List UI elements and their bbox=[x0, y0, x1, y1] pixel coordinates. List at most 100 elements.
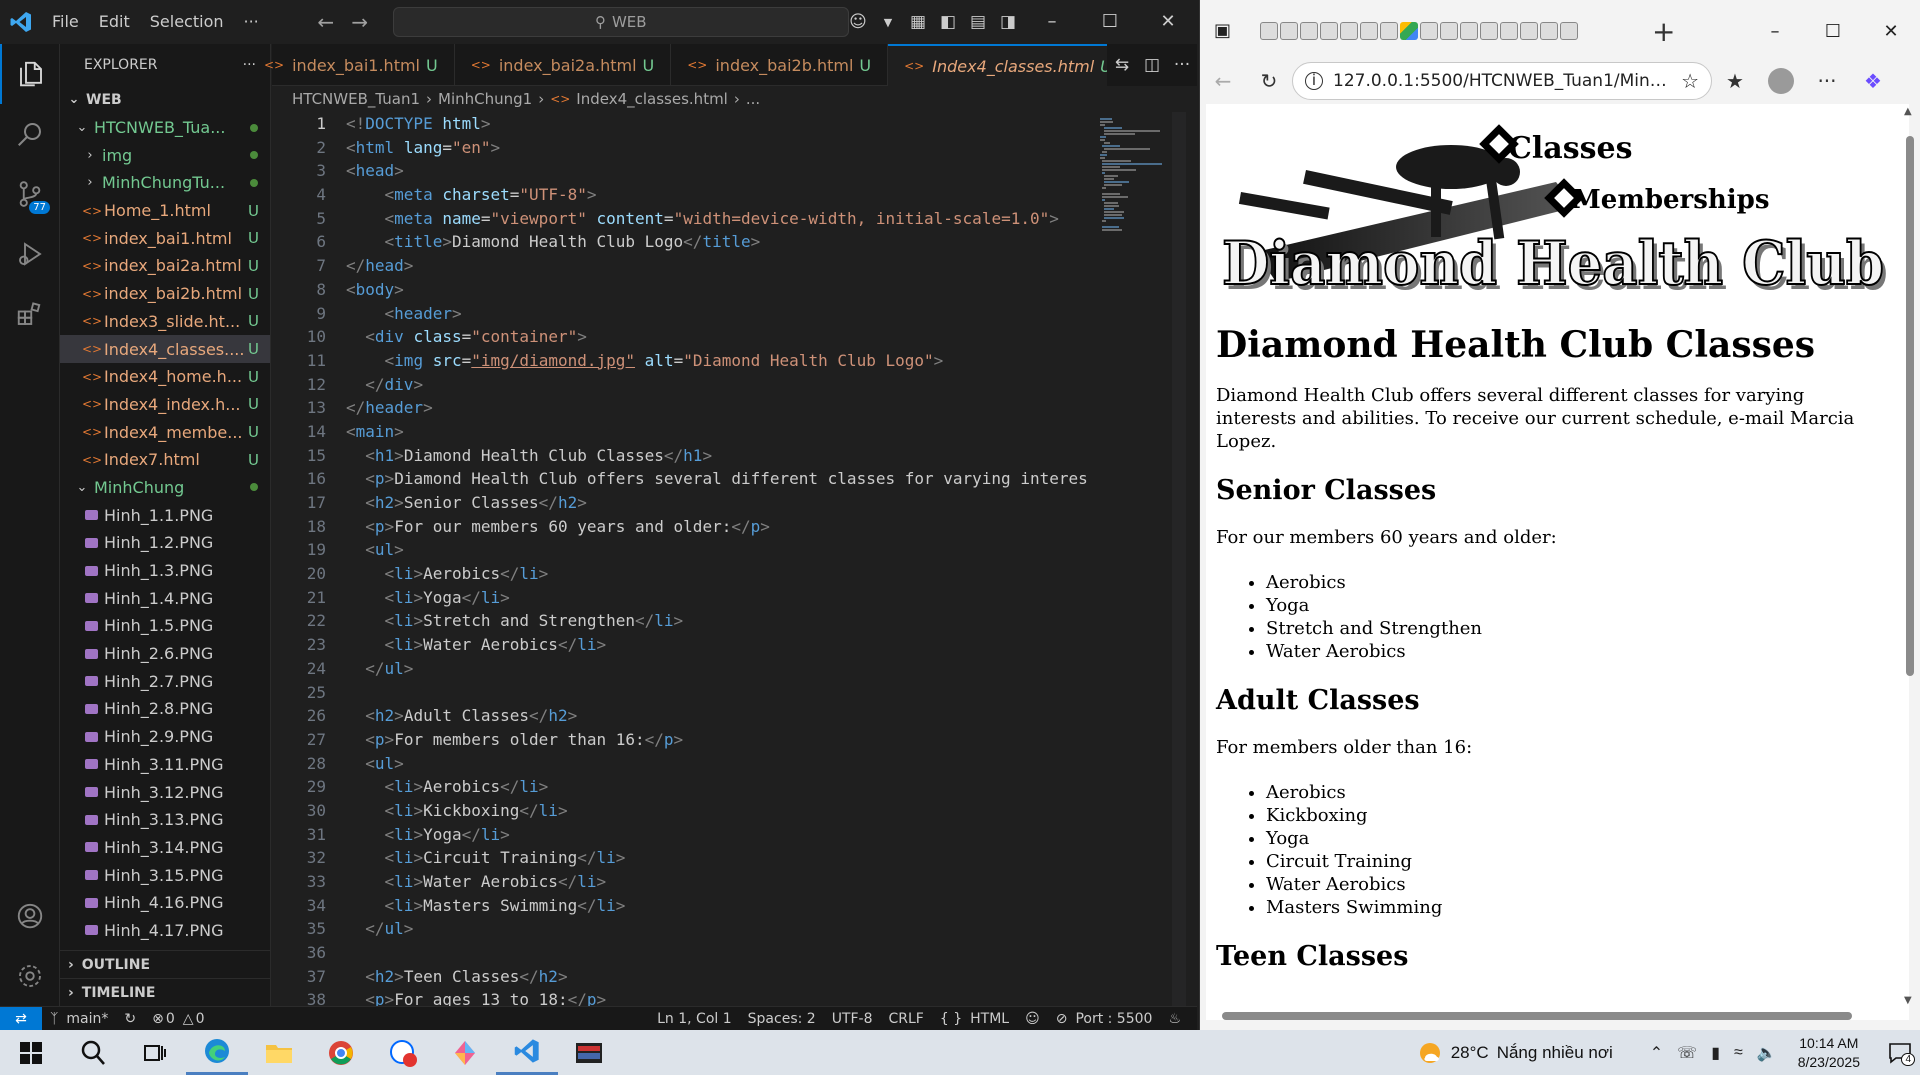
branch-name[interactable]: main* bbox=[58, 1011, 116, 1027]
tab-favicon-icon[interactable] bbox=[1420, 22, 1438, 40]
clock[interactable]: 10:14 AM 8/23/2025 bbox=[1798, 1034, 1860, 1072]
code-line[interactable]: 9 <header> bbox=[272, 302, 1092, 326]
copilot-icon[interactable]: ❖ bbox=[1850, 69, 1896, 93]
favorite-star-icon[interactable]: ☆ bbox=[1681, 69, 1699, 93]
scroll-down-icon[interactable]: ▼ bbox=[1904, 995, 1912, 1006]
code-line[interactable]: 19 <ul> bbox=[272, 538, 1092, 562]
code-line[interactable]: 38 <p>For ages 13 to 18:</p> bbox=[272, 988, 1092, 1006]
code-editor[interactable]: 1 <!DOCTYPE html> 2 <html lang="en"> 3 <head>… bbox=[272, 112, 1092, 1006]
folder-item[interactable]: ⌄ HTCNWEB_Tua... bbox=[60, 114, 270, 142]
file-item[interactable]: Hinh_4.16.PNG bbox=[60, 889, 270, 917]
tab-favicon-icon[interactable] bbox=[1300, 22, 1318, 40]
back-arrow-icon[interactable]: ← bbox=[309, 10, 343, 34]
tab-favicon-icon[interactable] bbox=[1380, 22, 1398, 40]
code-line[interactable]: 21 <li>Yoga</li> bbox=[272, 586, 1092, 610]
file-item[interactable]: Hinh_2.8.PNG bbox=[60, 695, 270, 723]
code-line[interactable]: 14 <main> bbox=[272, 420, 1092, 444]
explorer-icon[interactable] bbox=[0, 44, 60, 104]
code-line[interactable]: 23 <li>Water Aerobics</li> bbox=[272, 633, 1092, 657]
back-arrow-icon[interactable]: ← bbox=[1200, 69, 1246, 93]
file-item[interactable]: <> Index4_classes.... U bbox=[60, 335, 270, 363]
breadcrumb-item[interactable]: HTCNWEB_Tuan1 bbox=[292, 90, 420, 108]
forward-arrow-icon[interactable]: → bbox=[343, 10, 377, 34]
breadcrumb-item[interactable]: ... bbox=[746, 90, 760, 108]
code-line[interactable]: 13 </header> bbox=[272, 396, 1092, 420]
windows-start-icon[interactable] bbox=[0, 1030, 62, 1075]
file-item[interactable]: Hinh_2.6.PNG bbox=[60, 640, 270, 668]
code-line[interactable]: 8 <body> bbox=[272, 278, 1092, 302]
tab-actions-icon[interactable]: ▣ bbox=[1214, 20, 1231, 41]
menu-selection[interactable]: Selection bbox=[140, 0, 234, 44]
code-line[interactable]: 31 <li>Yoga</li> bbox=[272, 823, 1092, 847]
file-item[interactable]: Hinh_1.2.PNG bbox=[60, 529, 270, 557]
error-count[interactable]: 0 bbox=[166, 1011, 175, 1027]
notifications-bell-icon[interactable]: ♨ bbox=[1160, 1011, 1189, 1027]
file-explorer-icon[interactable] bbox=[248, 1030, 310, 1075]
browser-tab-strip[interactable] bbox=[1260, 17, 1630, 45]
file-item[interactable]: Hinh_3.15.PNG bbox=[60, 861, 270, 889]
info-icon[interactable]: i bbox=[1305, 72, 1323, 90]
code-line[interactable]: 29 <li>Aerobics</li> bbox=[272, 775, 1092, 799]
tab-favicon-icon[interactable] bbox=[1480, 22, 1498, 40]
code-line[interactable]: 16 <p>Diamond Health Club offers several… bbox=[272, 467, 1092, 491]
tab-favicon-icon[interactable] bbox=[1320, 22, 1338, 40]
zalo-icon[interactable] bbox=[372, 1030, 434, 1075]
file-item[interactable]: <> index_bai1.html U bbox=[60, 224, 270, 252]
chevron-down-icon[interactable]: ▼ bbox=[873, 16, 903, 29]
code-line[interactable]: 27 <p>For members older than 16:</p> bbox=[272, 728, 1092, 752]
profile-avatar[interactable] bbox=[1758, 68, 1804, 94]
reload-icon[interactable]: ↻ bbox=[1246, 69, 1292, 93]
code-line[interactable]: 3 <head> bbox=[272, 159, 1092, 183]
editor-tab[interactable]: <> index_bai2b.html U bbox=[671, 44, 889, 86]
tab-favicon-icon[interactable] bbox=[1460, 22, 1478, 40]
minimize-icon[interactable]: – bbox=[1023, 0, 1081, 44]
code-line[interactable]: 35 </ul> bbox=[272, 917, 1092, 941]
code-line[interactable]: 22 <li>Stretch and Strengthen</li> bbox=[272, 609, 1092, 633]
vscode-taskbar-icon[interactable] bbox=[496, 1030, 558, 1075]
file-item[interactable]: <> Home_1.html U bbox=[60, 197, 270, 225]
file-item[interactable]: <> Index7.html U bbox=[60, 446, 270, 474]
file-item[interactable]: <> Index4_home.h... U bbox=[60, 363, 270, 391]
drive-tab-icon[interactable] bbox=[1400, 22, 1418, 40]
menu-file[interactable]: File bbox=[42, 0, 89, 44]
code-line[interactable]: 4 <meta charset="UTF-8"> bbox=[272, 183, 1092, 207]
file-item[interactable]: <> index_bai2b.html U bbox=[60, 280, 270, 308]
command-center-search[interactable]: ⚲ WEB bbox=[392, 7, 849, 37]
code-line[interactable]: 20 <li>Aerobics</li> bbox=[272, 562, 1092, 586]
code-line[interactable]: 1 <!DOCTYPE html> bbox=[272, 112, 1092, 136]
folder-item[interactable]: › MinhChungTu... bbox=[60, 169, 270, 197]
code-line[interactable]: 30 <li>Kickboxing</li> bbox=[272, 799, 1092, 823]
file-item[interactable]: Hinh_3.13.PNG bbox=[60, 806, 270, 834]
run-debug-icon[interactable] bbox=[0, 224, 60, 284]
code-line[interactable]: 34 <li>Masters Swimming</li> bbox=[272, 894, 1092, 918]
copilot-status-icon[interactable]: ☺ bbox=[1017, 1011, 1048, 1027]
file-item[interactable]: Hinh_1.3.PNG bbox=[60, 557, 270, 585]
file-item[interactable]: <> Index3_slide.ht... U bbox=[60, 308, 270, 336]
code-line[interactable]: 12 </div> bbox=[272, 373, 1092, 397]
tab-favicon-icon[interactable] bbox=[1540, 22, 1558, 40]
settings-more-icon[interactable]: ··· bbox=[1804, 69, 1850, 93]
url-text[interactable]: 127.0.0.1:5500/HTCNWEB_Tuan1/MinhCh... bbox=[1333, 71, 1671, 91]
code-line[interactable]: 32 <li>Circuit Training</li> bbox=[272, 846, 1092, 870]
code-line[interactable]: 7 </head> bbox=[272, 254, 1092, 278]
battery-icon[interactable]: ▮ bbox=[1711, 1043, 1720, 1063]
search-icon[interactable] bbox=[0, 104, 60, 164]
notification-center-icon[interactable]: 4 bbox=[1880, 1030, 1920, 1075]
file-item[interactable]: Hinh_1.5.PNG bbox=[60, 612, 270, 640]
file-item[interactable]: Hinh_3.11.PNG bbox=[60, 751, 270, 779]
tab-favicon-icon[interactable] bbox=[1500, 22, 1518, 40]
editor-tab[interactable]: <> index_bai1.html U bbox=[248, 44, 455, 86]
page-horizontal-scrollbar[interactable] bbox=[1212, 1010, 1882, 1022]
code-line[interactable]: 33 <li>Water Aerobics</li> bbox=[272, 870, 1092, 894]
tab-favicon-icon[interactable] bbox=[1520, 22, 1538, 40]
file-item[interactable]: <> Index4_index.h... U bbox=[60, 391, 270, 419]
file-item[interactable]: Hinh_4.17.PNG bbox=[60, 917, 270, 945]
minimap[interactable] bbox=[1094, 112, 1172, 1006]
chevron-up-icon[interactable]: ⌃ bbox=[1650, 1043, 1663, 1063]
editor-scrollbar[interactable] bbox=[1172, 112, 1186, 1006]
tab-favicon-icon[interactable] bbox=[1340, 22, 1358, 40]
breadcrumb-item[interactable]: Index4_classes.html bbox=[576, 90, 728, 108]
scrollbar-thumb[interactable] bbox=[1906, 136, 1914, 676]
encoding[interactable]: UTF-8 bbox=[824, 1011, 881, 1027]
close-icon[interactable]: ✕ bbox=[1139, 0, 1197, 44]
